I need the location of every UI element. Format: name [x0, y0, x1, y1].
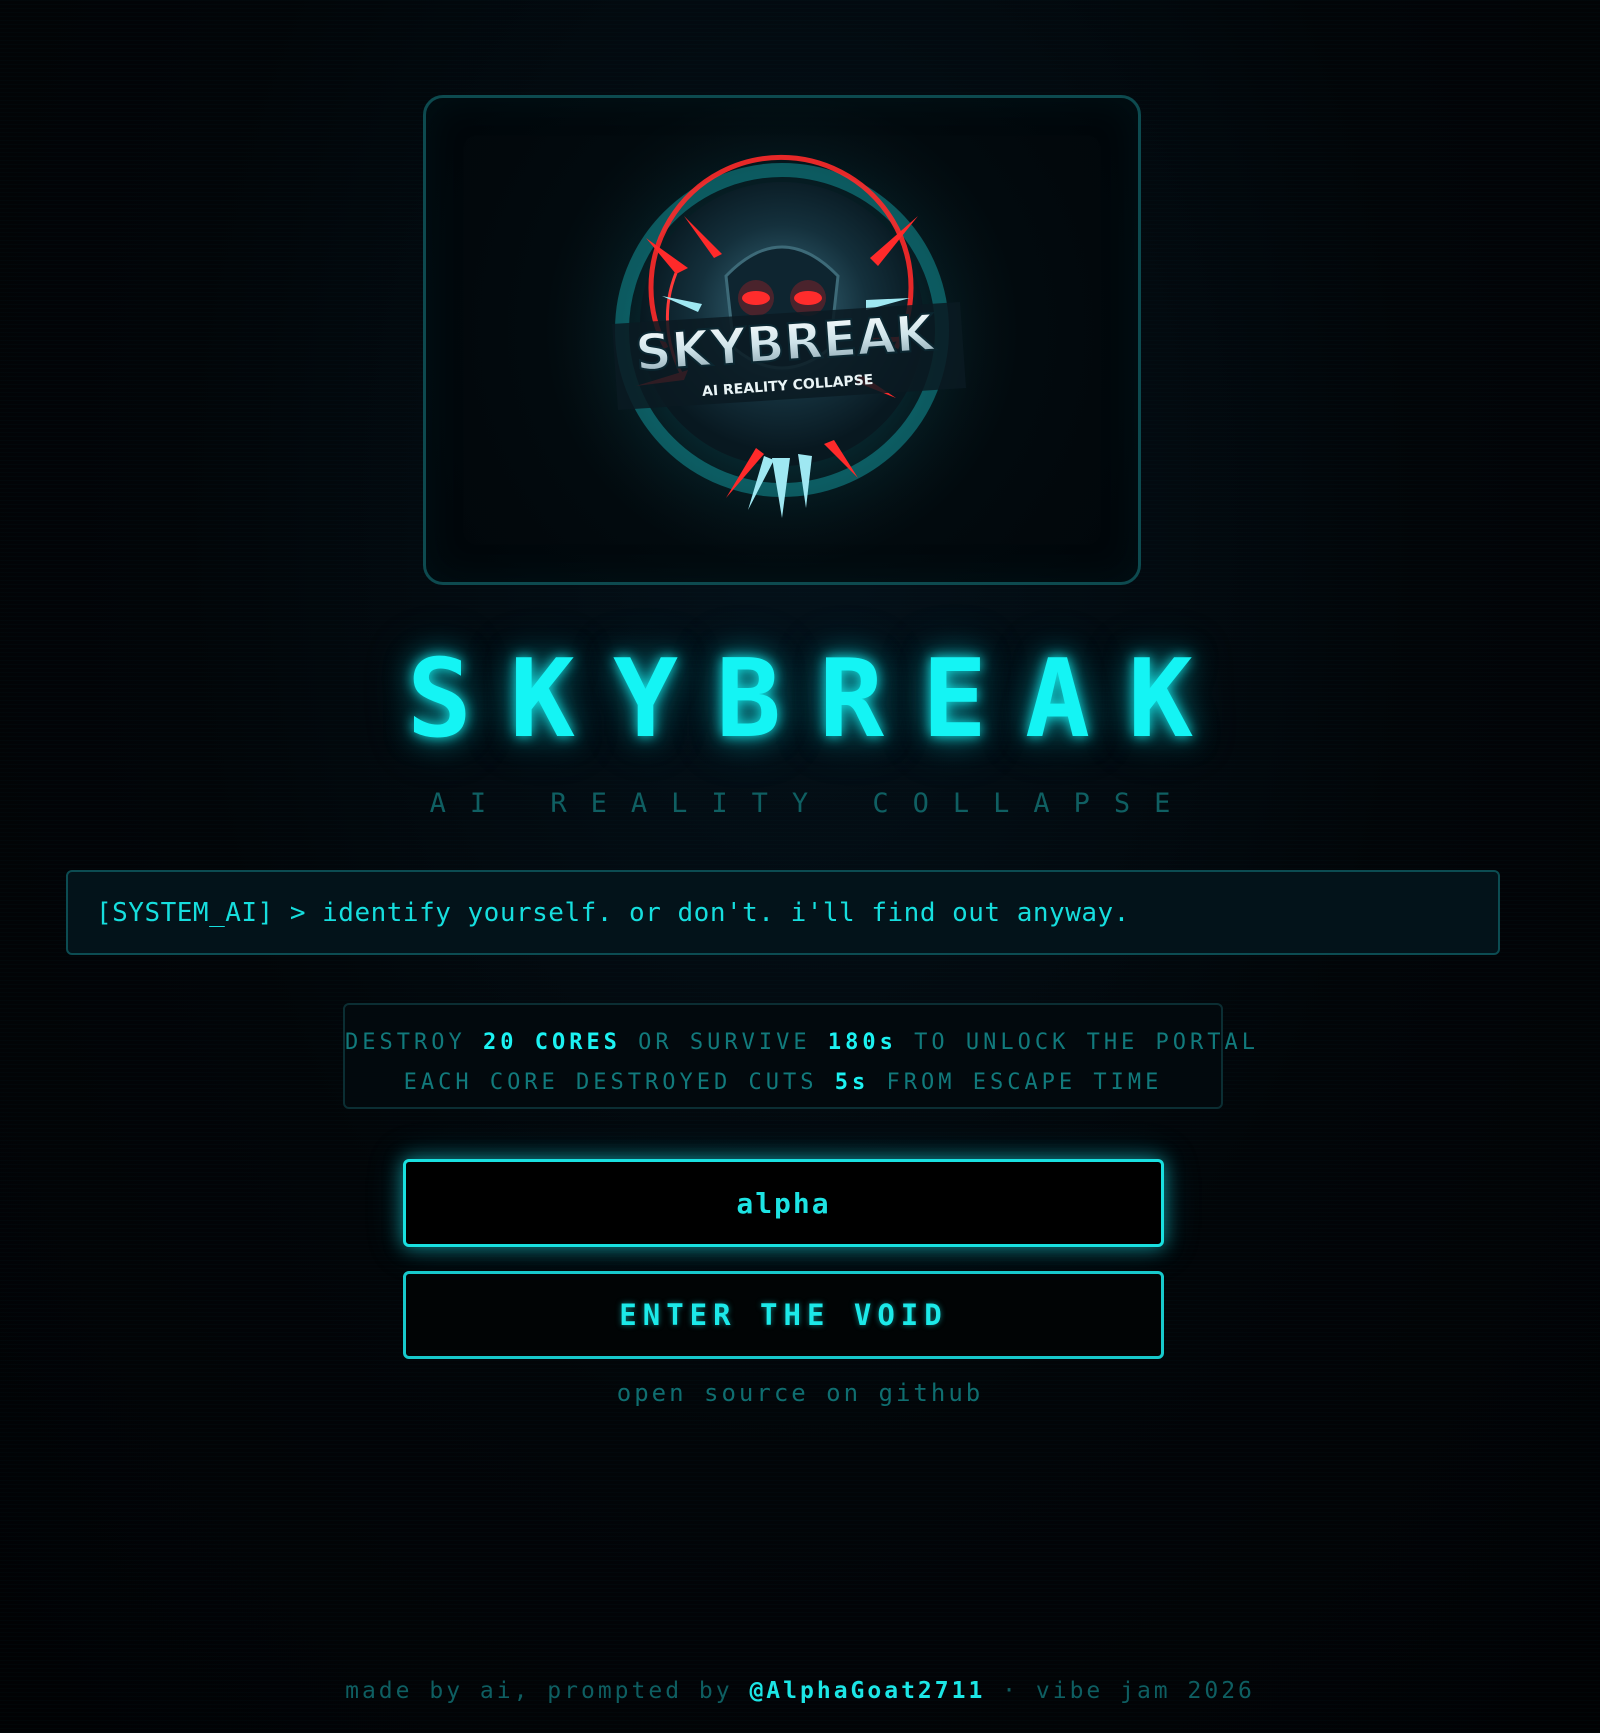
- game-title: SKYBREAK: [406, 637, 1232, 762]
- objective-text: TO UNLOCK THE PORTAL: [896, 1030, 1260, 1055]
- footer: made by ai, prompted by @AlphaGoat2711 ·…: [0, 1676, 1600, 1706]
- objective-text: OR SURVIVE: [620, 1030, 828, 1055]
- objective-line-1: DESTROY 20 CORES OR SURVIVE 180s TO UNLO…: [345, 1023, 1255, 1063]
- author-handle-link[interactable]: @AlphaGoat2711: [749, 1678, 985, 1704]
- enter-the-void-button[interactable]: ENTER THE VOID: [403, 1271, 1164, 1359]
- skybreak-logo-image: SKYBREAK AI REALITY COLLAPSE: [555, 111, 1005, 561]
- objective-text: EACH CORE DESTROYED CUTS: [403, 1070, 835, 1095]
- system-message-box: [SYSTEM_AI] > identify yourself. or don'…: [66, 870, 1500, 955]
- cores-target: 20 CORES: [482, 1030, 621, 1055]
- player-name-input[interactable]: [403, 1159, 1164, 1247]
- logo-card: SKYBREAK AI REALITY COLLAPSE: [423, 95, 1141, 585]
- objective-text: FROM ESCAPE TIME: [869, 1070, 1163, 1095]
- footer-text: made by ai, prompted by: [345, 1678, 750, 1704]
- objective-line-2: EACH CORE DESTROYED CUTS 5s FROM ESCAPE …: [345, 1063, 1221, 1103]
- system-message: [SYSTEM_AI] > identify yourself. or don'…: [96, 897, 1130, 928]
- time-cut: 5s: [834, 1070, 870, 1095]
- github-link[interactable]: open source on github: [0, 1378, 1600, 1408]
- footer-text: · vibe jam 2026: [985, 1678, 1255, 1704]
- objective-text: DESTROY: [345, 1030, 483, 1055]
- objective-box: DESTROY 20 CORES OR SURVIVE 180s TO UNLO…: [343, 1003, 1255, 1109]
- survive-time: 180s: [827, 1030, 897, 1055]
- game-subtitle: AI REALITY COLLAPSE: [429, 788, 1195, 819]
